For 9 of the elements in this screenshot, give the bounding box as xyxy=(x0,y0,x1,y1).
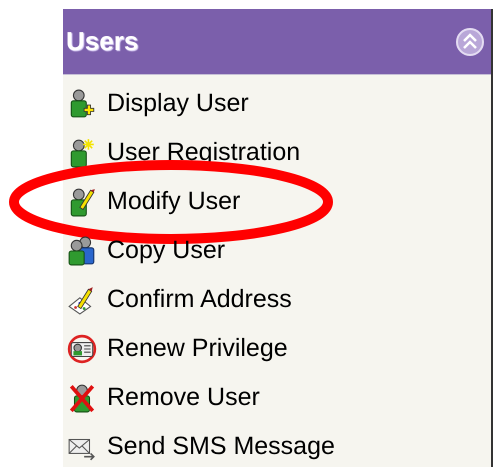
menu-item[interactable]: Send SMS Message xyxy=(107,432,335,461)
menu-item[interactable]: Display User xyxy=(107,89,249,118)
menu-item[interactable]: User Registration xyxy=(107,138,300,167)
menu-item[interactable]: Renew Privilege xyxy=(107,334,288,363)
menu-item[interactable]: Copy User xyxy=(107,236,226,265)
menu-item[interactable]: Modify User xyxy=(107,187,240,216)
menu-item[interactable]: Confirm Address xyxy=(107,285,292,314)
panel-title: Users xyxy=(66,26,138,57)
menu-item[interactable]: Remove User xyxy=(107,383,260,412)
